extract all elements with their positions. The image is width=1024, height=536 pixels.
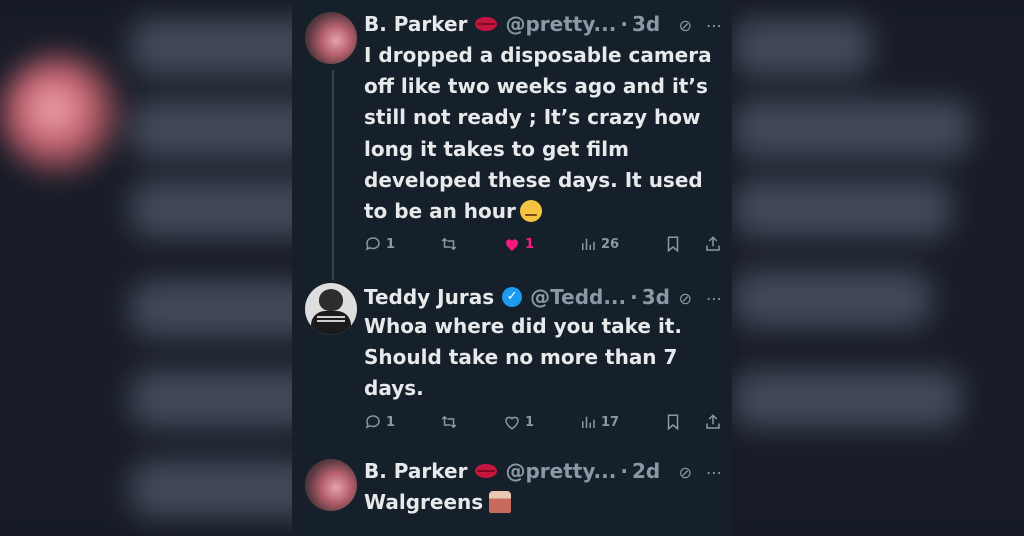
heart-filled-icon — [505, 239, 518, 251]
bookmark-button[interactable] — [664, 235, 682, 253]
verified-badge-icon: ✓ — [502, 287, 523, 307]
timestamp[interactable]: 3d — [632, 12, 660, 36]
avatar[interactable] — [305, 283, 357, 335]
tweet-header-icons: ⊘ ⋯ — [679, 463, 722, 482]
tweet-header-icons: ⊘ ⋯ — [679, 289, 722, 308]
heart-outline-icon — [505, 416, 519, 430]
share-button[interactable] — [704, 413, 722, 431]
user-handle[interactable]: @pretty... — [505, 12, 616, 36]
grok-icon[interactable]: ⊘ — [679, 463, 692, 482]
reply-count: 1 — [386, 414, 396, 430]
tweet-text: Walgreens — [364, 487, 720, 518]
retweet-icon — [441, 237, 457, 251]
avatar[interactable] — [305, 12, 357, 64]
views-icon — [581, 416, 595, 428]
tweet-header: B. Parker @pretty... · 2d — [364, 455, 732, 487]
share-icon — [706, 414, 720, 429]
separator-dot: · — [630, 285, 638, 309]
separator-dot: · — [620, 459, 628, 483]
user-handle[interactable]: @Tedd... — [530, 285, 626, 309]
tweet-text-content: Whoa where did you take it. Should take … — [364, 314, 682, 401]
like-count: 1 — [524, 236, 534, 252]
blurred-background-left — [0, 0, 292, 536]
display-name[interactable]: B. Parker — [364, 12, 467, 36]
tweet-text: I dropped a disposable camera off like t… — [364, 40, 720, 227]
tweet[interactable]: Teddy Juras ✓ @Tedd... · 3d ⊘ ⋯ Whoa whe… — [292, 281, 732, 441]
reply-icon — [365, 237, 380, 251]
grok-icon[interactable]: ⊘ — [679, 16, 692, 35]
birthday-cake-emoji-icon — [489, 491, 512, 513]
tweet-text-content: Walgreens — [364, 490, 484, 514]
tweet-header: B. Parker @pretty... · 3d — [364, 8, 732, 40]
tweet-text: Whoa where did you take it. Should take … — [364, 311, 720, 405]
retweet-button[interactable] — [440, 235, 458, 253]
user-handle[interactable]: @pretty... — [505, 459, 616, 483]
woozy-face-emoji-icon — [519, 200, 542, 223]
tweet-actions: 1 1 17 — [364, 411, 722, 433]
reply-icon — [365, 415, 380, 429]
like-count: 1 — [524, 414, 534, 430]
blurred-background-right — [732, 0, 1024, 536]
avatar[interactable] — [305, 459, 357, 511]
more-options-icon[interactable]: ⋯ — [706, 463, 722, 482]
timestamp[interactable]: 3d — [642, 285, 670, 309]
display-name[interactable]: B. Parker — [364, 459, 467, 483]
bookmark-button[interactable] — [664, 413, 682, 431]
retweet-button[interactable] — [440, 413, 458, 431]
blurred-avatar — [0, 55, 120, 175]
tweet[interactable]: B. Parker @pretty... · 2d ⊘ ⋯ Walgreens — [292, 455, 732, 536]
bookmark-icon — [667, 236, 679, 253]
display-name[interactable]: Teddy Juras — [364, 285, 494, 309]
like-button[interactable]: 1 — [503, 413, 534, 431]
tweet-text-content: I dropped a disposable camera off like t… — [364, 43, 712, 224]
view-count: 26 — [600, 236, 620, 252]
grok-icon[interactable]: ⊘ — [679, 289, 692, 308]
tweet[interactable]: B. Parker @pretty... · 3d ⊘ ⋯ I dropped … — [292, 8, 732, 268]
lips-emoji-icon — [475, 17, 498, 31]
timestamp[interactable]: 2d — [632, 459, 660, 483]
tweet-header: Teddy Juras ✓ @Tedd... · 3d — [364, 281, 732, 313]
lips-emoji-icon — [475, 464, 498, 478]
tweet-thread: B. Parker @pretty... · 3d ⊘ ⋯ I dropped … — [292, 0, 732, 536]
views-icon — [581, 238, 595, 250]
reply-button[interactable]: 1 — [364, 413, 395, 431]
reply-count: 1 — [386, 236, 396, 252]
tweet-actions: 1 1 26 — [364, 233, 722, 255]
bookmark-icon — [667, 414, 679, 431]
views-button[interactable]: 26 — [579, 235, 619, 253]
share-icon — [706, 236, 720, 251]
retweet-icon — [441, 415, 457, 429]
tweet-header-icons: ⊘ ⋯ — [679, 16, 722, 35]
more-options-icon[interactable]: ⋯ — [706, 289, 722, 308]
like-button[interactable]: 1 — [503, 235, 534, 253]
views-button[interactable]: 17 — [579, 413, 619, 431]
reply-button[interactable]: 1 — [364, 235, 395, 253]
view-count: 17 — [600, 414, 620, 430]
more-options-icon[interactable]: ⋯ — [706, 16, 722, 35]
share-button[interactable] — [704, 235, 722, 253]
separator-dot: · — [620, 12, 628, 36]
